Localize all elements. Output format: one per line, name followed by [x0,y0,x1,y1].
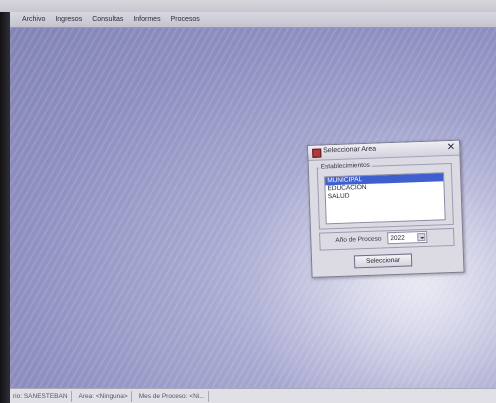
dialog-title: Seleccionar Area [323,145,377,155]
status-month: Mes de Proceso: <Ni... [136,390,209,402]
dialog-titlebar: Seleccionar Area ✕ [308,140,460,161]
menu-informes[interactable]: Informes [133,16,160,23]
status-user: rio: SANESTEBAN [10,390,72,402]
monitor-screen: Archivo Ingresos Consultas Informes Proc… [0,0,496,403]
year-value: 2022 [390,234,405,243]
app-icon [312,148,322,158]
year-select[interactable]: 2022 [387,230,428,245]
monitor-bezel [0,0,10,403]
status-area: Area: <Ninguna> [76,390,132,402]
menu-bar: Archivo Ingresos Consultas Informes Proc… [10,12,496,28]
menu-procesos[interactable]: Procesos [171,16,200,23]
menu-consultas[interactable]: Consultas [92,16,123,23]
close-icon[interactable]: ✕ [447,142,456,153]
window-titlebar [0,0,496,12]
seleccionar-button[interactable]: Seleccionar [353,253,413,269]
menu-ingresos[interactable]: Ingresos [55,16,82,23]
chevron-down-icon[interactable] [417,232,426,242]
status-bar: rio: SANESTEBAN Area: <Ninguna> Mes de P… [10,388,496,403]
menu-archivo[interactable]: Archivo [22,16,45,23]
establecimientos-listbox[interactable]: MUNICIPAL EDUCACION SALUD [324,172,446,225]
select-area-dialog: Seleccionar Area ✕ Establecimientos MUNI… [307,139,465,278]
